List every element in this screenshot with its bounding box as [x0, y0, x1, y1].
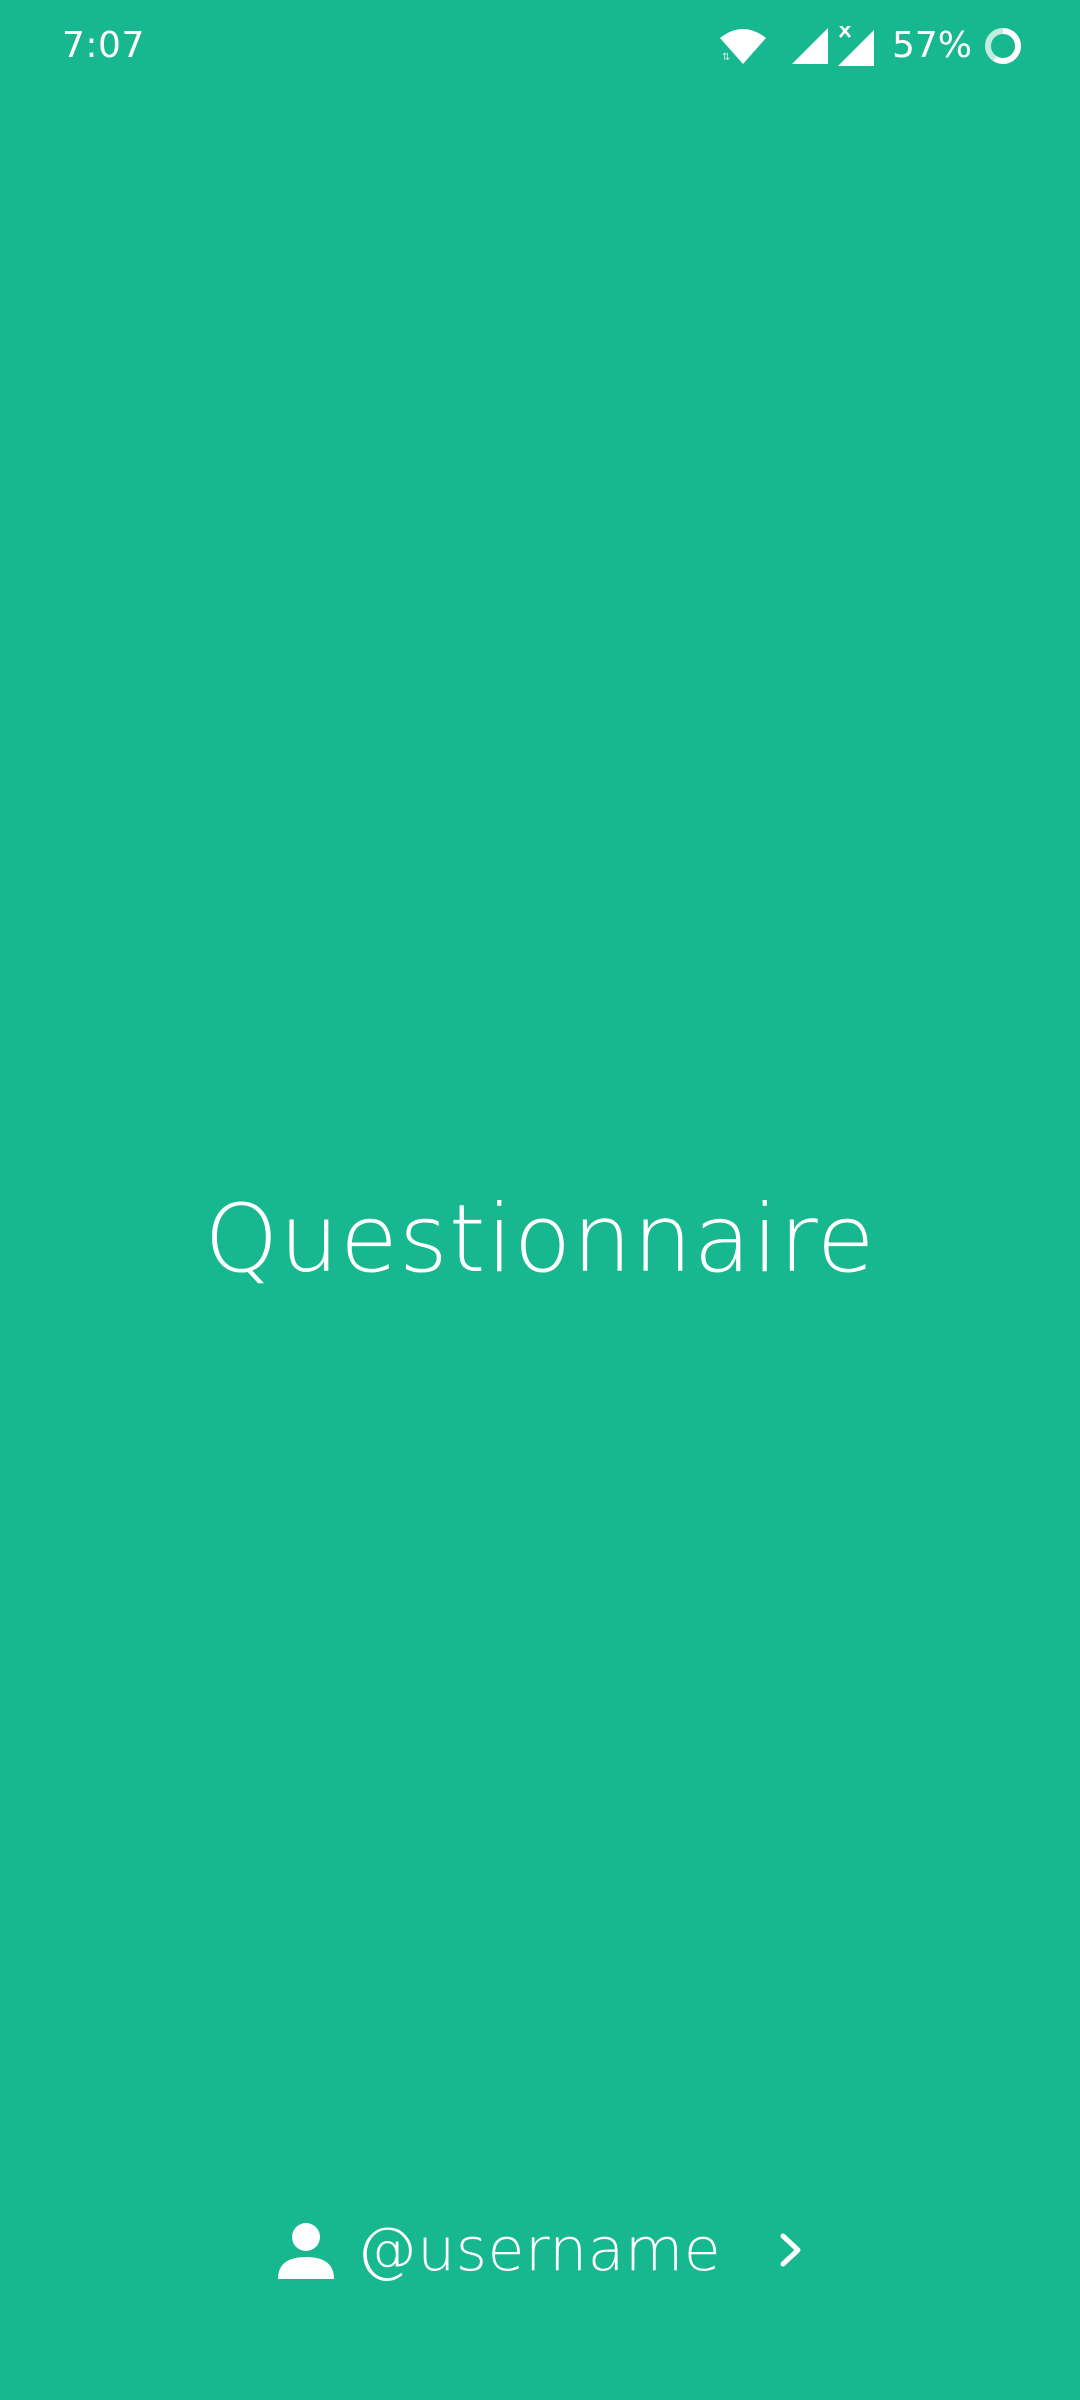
status-time: 7:07 [62, 25, 145, 66]
chevron-right-icon[interactable] [779, 2233, 803, 2267]
signal-no-data-icon [837, 24, 874, 66]
username-label: @username [356, 2215, 722, 2285]
signal-icon [791, 28, 828, 64]
svg-text:⇅: ⇅ [722, 52, 730, 63]
status-bar: 7:07 ⇅ 57% [0, 0, 1080, 92]
battery-ring-icon [984, 27, 1022, 65]
status-icons: ⇅ 57% [718, 22, 1022, 70]
wifi-icon: ⇅ [718, 28, 768, 64]
user-profile-link[interactable]: @username [0, 2210, 1080, 2290]
person-icon [277, 2221, 335, 2279]
app-title: Questionnaire [204, 1185, 876, 1294]
battery-percentage: 57% [891, 25, 972, 66]
